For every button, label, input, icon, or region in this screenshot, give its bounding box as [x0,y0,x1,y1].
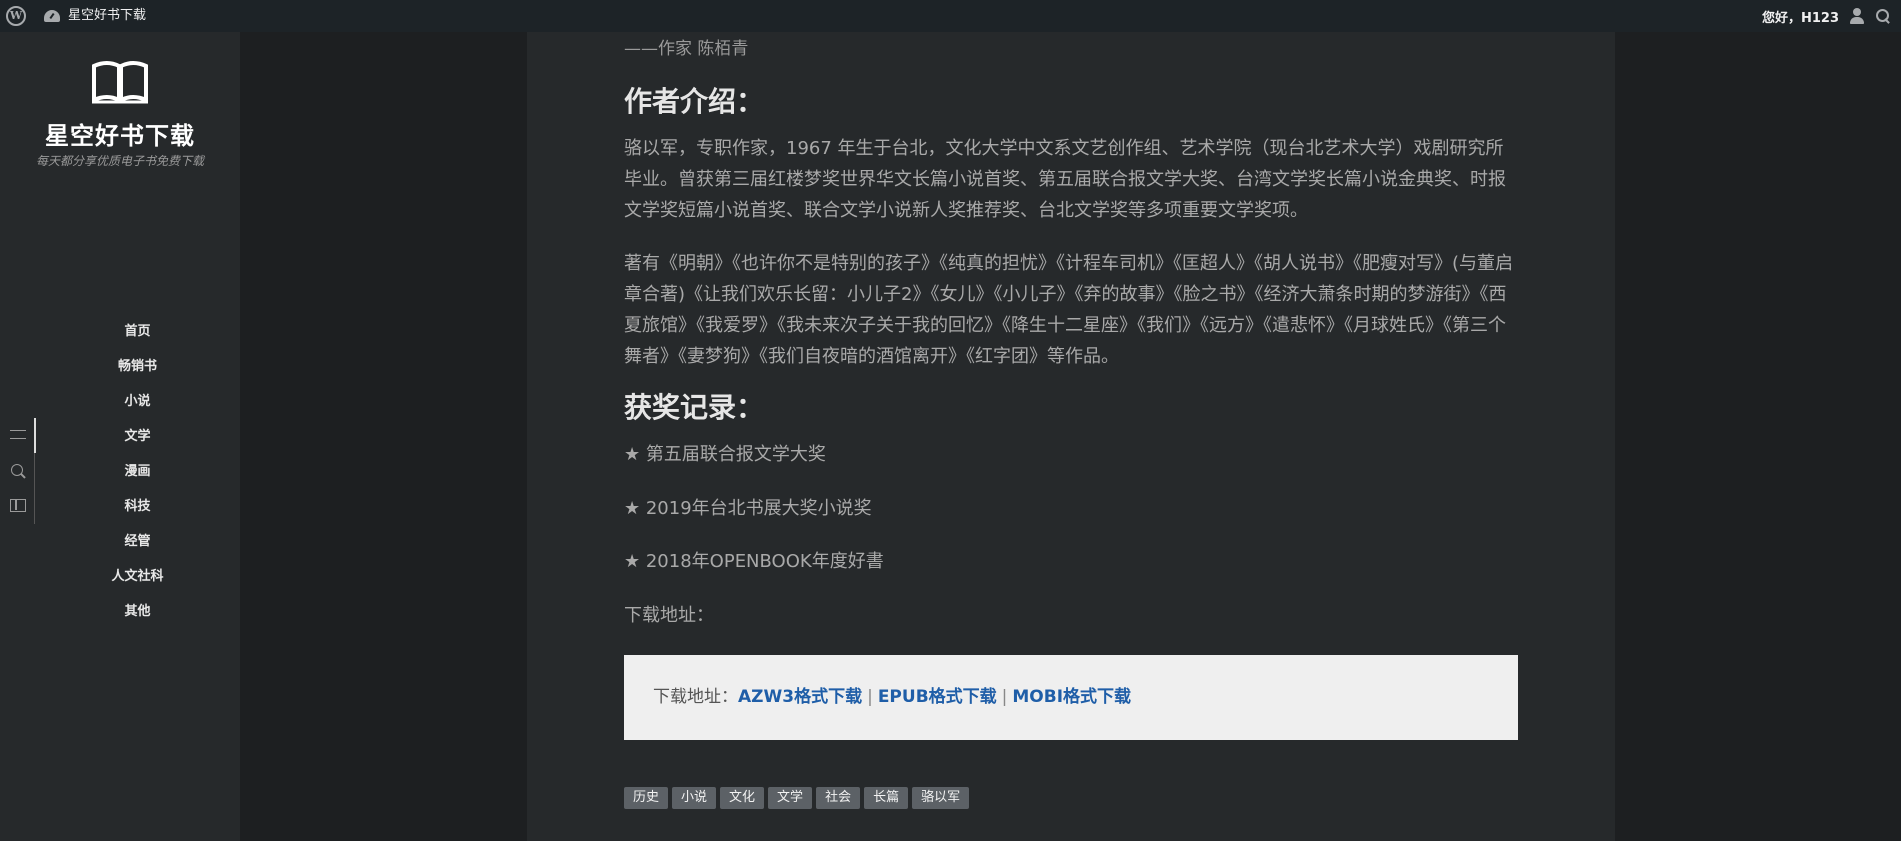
tag-long-novel[interactable]: 长篇 [864,787,909,809]
award-item: ★ 2018年OPENBOOK年度好書 [624,551,884,572]
author-works: 著有《明朝》《也许你不是特别的孩子》《纯真的担忧》《计程车司机》《匡超人》《胡人… [624,253,1514,367]
author-heading: 作者介绍： [624,85,765,118]
azw3-download-link[interactable]: AZW3格式下载 [738,687,862,707]
nav-item-literature[interactable]: 文学 [0,419,275,454]
nav-item-business[interactable]: 经管 [0,524,275,559]
download-label: 下载地址： [624,605,714,626]
tag-author[interactable]: 骆以军 [912,787,970,809]
admin-search-icon[interactable] [1875,8,1891,24]
tag-fiction[interactable]: 小说 [672,787,717,809]
link-separator: | [1001,687,1008,707]
widgets-toggle[interactable] [0,488,36,523]
tag-history[interactable]: 历史 [624,787,669,809]
book-logo-icon[interactable] [90,60,150,104]
main-nav: 首页 畅销书 小说 文学 漫画 科技 经管 人文社科 其他 [0,314,275,629]
award-item: ★ 2019年台北书展大奖小说奖 [624,498,872,519]
download-box: 下载地址：AZW3格式下载 | EPUB格式下载 | MOBI格式下载 [624,655,1518,740]
menu-icon [10,430,26,439]
user-avatar-icon[interactable] [1849,8,1865,24]
nav-item-bestseller[interactable]: 畅销书 [0,349,275,384]
search-toggle[interactable] [0,453,36,488]
author-bio: 骆以军，专职作家，1967 年生于台北，文化大学中文系文艺创作组、艺术学院（现台… [624,138,1506,221]
tag-list: 历史 小说 文化 文学 社会 长篇 骆以军 [624,787,970,809]
download-box-label: 下载地址： [653,687,738,707]
awards-heading: 获奖记录： [624,391,765,424]
nav-item-fiction[interactable]: 小说 [0,384,275,419]
right-gutter [1615,32,1901,841]
mobi-download-link[interactable]: MOBI格式下载 [1012,687,1131,707]
nav-item-comics[interactable]: 漫画 [0,454,275,489]
menu-toggle[interactable] [0,418,36,453]
site-title[interactable]: 星空好书下载 [0,116,240,151]
link-separator: | [867,687,873,707]
tag-literature[interactable]: 文学 [768,787,813,809]
wordpress-logo-icon[interactable]: W [6,6,26,26]
sidebar: 星空好书下载 每天都分享优质电子书免费下载 首页 畅销书 小说 文学 漫画 科技… [0,32,240,841]
admin-greeting[interactable]: 您好，H123 [1762,7,1839,26]
nav-item-other[interactable]: 其他 [0,594,275,629]
tag-culture[interactable]: 文化 [720,787,765,809]
award-item: ★ 第五届联合报文学大奖 [624,444,826,465]
epub-download-link[interactable]: EPUB格式下载 [878,687,997,707]
dashboard-icon [44,10,60,22]
nav-item-home[interactable]: 首页 [0,314,275,349]
nav-item-humanities[interactable]: 人文社科 [0,559,275,594]
left-gutter [240,32,527,841]
sidebar-panel-icon [10,499,26,512]
sidebar-tools [0,418,36,524]
site-description: 每天都分享优质电子书免费下载 [35,154,204,168]
quote-author: ——作家 陈栢青 [624,39,749,59]
tag-society[interactable]: 社会 [816,787,861,809]
search-icon [10,463,26,479]
main-content: ——作家 陈栢青 作者介绍： 骆以军，专职作家，1967 年生于台北，文化大学中… [527,32,1615,841]
nav-item-technology[interactable]: 科技 [0,489,275,524]
admin-site-link[interactable]: 星空好书下载 [44,0,146,32]
admin-site-name: 星空好书下载 [68,8,147,23]
admin-bar: W 星空好书下载 您好，H123 [0,0,1901,32]
